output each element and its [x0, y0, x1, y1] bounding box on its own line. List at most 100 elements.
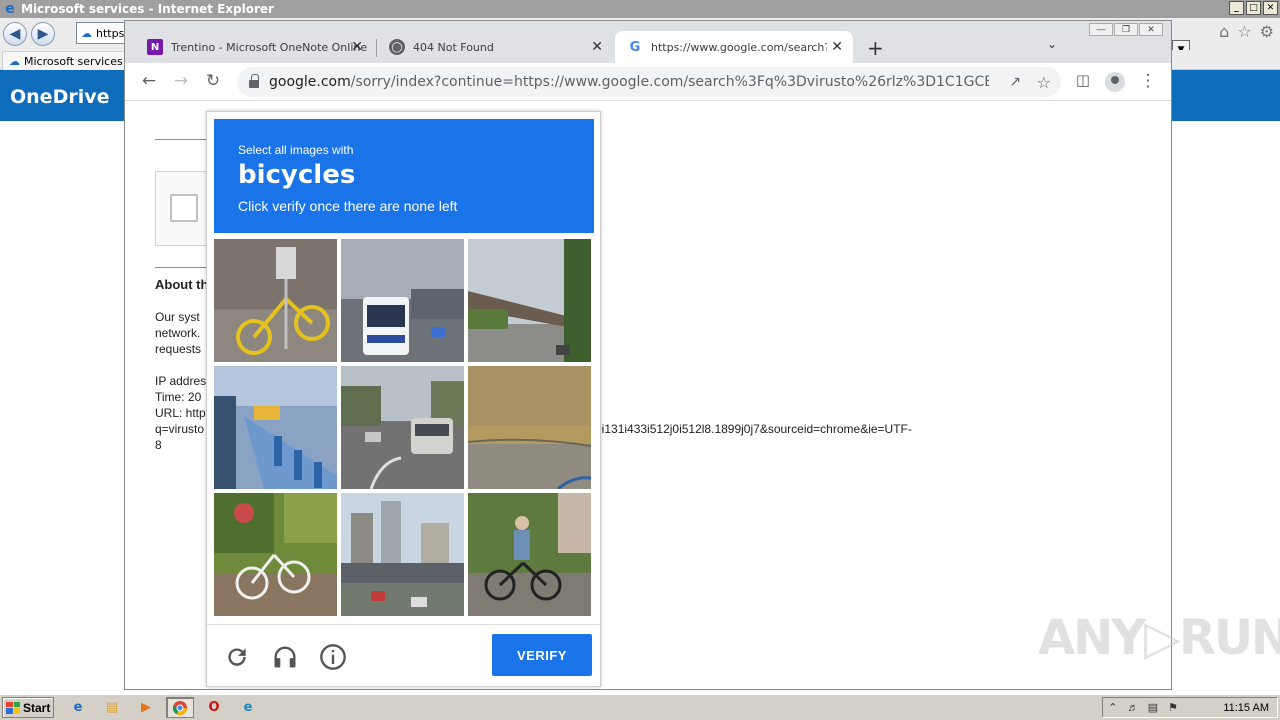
captcha-tile-7[interactable] — [214, 493, 337, 616]
ie-forward-button[interactable]: ▶ — [31, 22, 55, 46]
bookmark-star-icon[interactable]: ☆ — [1037, 73, 1051, 92]
para-line: Our syst — [155, 310, 200, 324]
tab-onenote[interactable]: N Trentino - Microsoft OneNote Online ✕ — [135, 31, 373, 63]
forward-icon[interactable]: → — [170, 71, 192, 91]
share-icon[interactable]: ↗ — [1009, 74, 1021, 90]
url-domain: google.com — [269, 74, 351, 90]
volume-icon[interactable]: ♬ — [1123, 702, 1143, 714]
windows-flag-icon — [6, 701, 20, 714]
ie-taskbar-icon[interactable]: e — [64, 697, 92, 718]
tab-title: 404 Not Found — [413, 40, 494, 54]
close-icon[interactable]: ✕ — [1139, 23, 1163, 36]
captcha-tile-3[interactable] — [468, 239, 591, 362]
profile-avatar-icon[interactable] — [1105, 72, 1125, 92]
instruction-bottom: Click verify once there are none left — [238, 198, 458, 214]
audio-icon[interactable] — [271, 643, 299, 671]
chrome-window-controls: ― ❐ ✕ — [1089, 23, 1163, 36]
query-line-start: q=virusto — [155, 422, 205, 436]
captcha-tile-4[interactable] — [214, 366, 337, 489]
recaptcha-checkbox[interactable] — [170, 194, 198, 222]
favorites-star-icon[interactable]: ☆ — [1237, 22, 1251, 41]
challenge-header: Select all images with bicycles Click ve… — [214, 119, 594, 233]
reload-icon[interactable]: ↻ — [202, 71, 224, 91]
back-icon[interactable]: ← — [138, 71, 160, 91]
ie-address-text: https: — [96, 26, 126, 40]
close-button[interactable]: ✕ — [1263, 1, 1278, 15]
home-icon[interactable]: ⌂ — [1219, 22, 1229, 41]
ie-address-bar[interactable]: ☁ https: — [76, 22, 126, 44]
verify-button[interactable]: VERIFY — [492, 634, 592, 676]
url-path: /sorry/index?continue=https://www.google… — [350, 74, 989, 90]
tab-title: Trentino - Microsoft OneNote Online — [171, 40, 368, 54]
tile-image — [468, 366, 591, 489]
action-center-flag-icon[interactable]: ⚑ — [1163, 701, 1183, 714]
cloud-icon: ☁ — [81, 26, 92, 40]
tile-image — [214, 239, 337, 362]
restore-icon[interactable]: ❐ — [1114, 23, 1138, 36]
url-line: URL: http — [155, 406, 206, 420]
start-button[interactable]: Start — [2, 697, 54, 718]
tab-close-icon[interactable]: ✕ — [351, 39, 363, 55]
captcha-tile-1[interactable] — [214, 239, 337, 362]
google-icon: G — [629, 39, 641, 55]
opera-icon[interactable]: O — [200, 697, 228, 718]
explorer-folder-icon[interactable]: ▤ — [98, 697, 126, 718]
tile-image — [214, 493, 337, 616]
tab-search-button[interactable]: ⌄ — [1047, 37, 1057, 51]
tile-image — [468, 239, 591, 362]
ie-window-controls: _ □ ✕ — [1229, 1, 1278, 15]
media-player-icon[interactable]: ▶ — [132, 697, 160, 718]
tile-image — [341, 366, 464, 489]
tile-image — [341, 493, 464, 616]
chrome-toolbar: ← → ↻ google.com/sorry/index?continue=ht… — [125, 63, 1171, 101]
network-icon[interactable]: ▤ — [1143, 701, 1163, 714]
captcha-tile-8[interactable] — [341, 493, 464, 616]
tile-image — [341, 239, 464, 362]
ie-logo-icon: e — [5, 1, 15, 17]
tray-expand-icon[interactable]: ⌃ — [1103, 701, 1123, 714]
menu-kebab-icon[interactable]: ⋮ — [1137, 71, 1159, 91]
ip-line: IP addres — [155, 374, 207, 388]
url-text[interactable]: google.com/sorry/index?continue=https://… — [269, 74, 989, 90]
clock[interactable]: 11:15 AM — [1223, 702, 1269, 714]
challenge-target: bicycles — [238, 160, 356, 190]
tile-image — [214, 366, 337, 489]
recaptcha-challenge: Select all images with bicycles Click ve… — [206, 111, 601, 687]
side-panel-icon[interactable]: ◫ — [1072, 71, 1094, 89]
new-tab-button[interactable]: + — [867, 36, 884, 60]
info-icon[interactable] — [319, 643, 347, 671]
settings-gear-icon[interactable]: ⚙ — [1260, 22, 1274, 41]
about-heading: About th — [155, 277, 209, 292]
start-label: Start — [23, 700, 51, 715]
tab-close-icon[interactable]: ✕ — [591, 39, 603, 55]
tile-image — [468, 493, 591, 616]
onenote-icon: N — [147, 39, 163, 55]
captcha-tile-9[interactable] — [468, 493, 591, 616]
tab-title: https://www.google.com/search?q= — [651, 40, 827, 54]
challenge-footer: VERIFY — [207, 624, 600, 688]
minimize-icon[interactable]: ― — [1089, 23, 1113, 36]
para-line: requests — [155, 342, 202, 356]
lock-icon[interactable] — [249, 74, 259, 88]
tab-close-icon[interactable]: ✕ — [831, 39, 843, 55]
instruction-top: Select all images with — [238, 143, 354, 157]
taskbar: Start e ▤ ▶ O e ⌃ ♬ ▤ ⚑ 11:15 AM — [0, 694, 1280, 720]
query-line-last: 8 — [155, 438, 162, 452]
omnibox[interactable]: google.com/sorry/index?continue=https://… — [237, 67, 1061, 97]
chrome-tab-strip: N Trentino - Microsoft OneNote Online ✕ … — [125, 21, 1171, 63]
tab-google-search[interactable]: G https://www.google.com/search?q= ✕ — [615, 31, 853, 63]
ie-tab[interactable]: ☁ Microsoft services — [2, 51, 130, 70]
captcha-tile-5[interactable] — [341, 366, 464, 489]
chrome-taskbar-icon[interactable] — [166, 697, 194, 718]
ie-back-button[interactable]: ◀ — [3, 22, 27, 46]
maximize-button[interactable]: □ — [1246, 1, 1261, 15]
reload-icon[interactable] — [223, 643, 251, 671]
minimize-button[interactable]: _ — [1229, 1, 1244, 15]
captcha-tile-6[interactable] — [468, 366, 591, 489]
onedrive-brand[interactable]: OneDrive — [10, 86, 110, 108]
captcha-tile-2[interactable] — [341, 239, 464, 362]
ie-title-bar: e Microsoft services - Internet Explorer… — [0, 0, 1280, 18]
edge-icon[interactable]: e — [234, 697, 262, 718]
tab-404[interactable]: ◯ 404 Not Found ✕ — [377, 31, 613, 63]
ie-tab-label: Microsoft services — [24, 54, 123, 68]
